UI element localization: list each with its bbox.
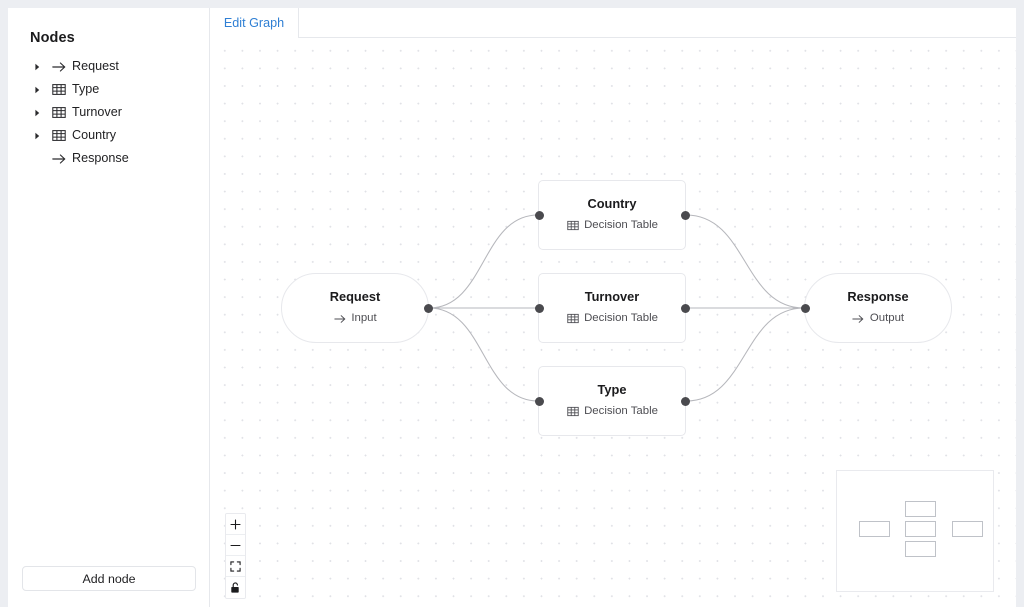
table-icon — [51, 107, 66, 118]
graph-node-title: Turnover — [584, 289, 640, 305]
chevron-right-icon[interactable] — [30, 106, 44, 120]
sidebar-item-type[interactable]: Type — [8, 78, 210, 101]
graph-node-subtitle: Decision Table — [566, 219, 658, 232]
node-handle-source[interactable] — [423, 303, 433, 313]
zoom-in-button[interactable] — [226, 514, 245, 535]
table-icon — [566, 314, 579, 324]
arrow-right-icon — [51, 152, 66, 166]
minimap[interactable] — [836, 470, 994, 592]
table-icon — [566, 313, 579, 325]
minimap-node — [905, 521, 936, 537]
graph-node-subtitle: Input — [333, 312, 377, 325]
graph-node-subtitle: Decision Table — [566, 312, 658, 325]
node-handle-target[interactable] — [534, 210, 544, 220]
graph-node-subtitle-label: Decision Table — [584, 405, 658, 418]
arrow-right-icon — [51, 153, 65, 164]
add-node-button[interactable]: Add node — [22, 566, 196, 591]
sidebar-item-turnover[interactable]: Turnover — [8, 101, 210, 124]
chevron-right-icon[interactable] — [30, 60, 44, 74]
tab-bar-filler — [299, 8, 1016, 38]
node-handle-target[interactable] — [800, 303, 810, 313]
arrow-right-icon — [334, 315, 346, 323]
graph-edge-request-to-country[interactable] — [428, 214, 539, 309]
tab-bar: Edit Graph — [210, 8, 1016, 38]
arrow-right-icon — [852, 313, 865, 325]
table-icon — [51, 129, 66, 143]
node-handle-target[interactable] — [534, 396, 544, 406]
arrow-right-icon — [333, 313, 346, 325]
window-gutter-left — [0, 0, 8, 607]
graph-edge-type-to-response[interactable] — [685, 307, 805, 402]
lock-icon — [231, 581, 239, 593]
chevron-right-icon[interactable] — [30, 83, 44, 97]
sidebar-title: Nodes — [30, 30, 75, 46]
graph-canvas[interactable]: Request Input Country Decision Table Turnove… — [210, 38, 1016, 607]
graph-panel: Edit Graph Request Input Country Decision T… — [210, 8, 1016, 607]
graph-node-type[interactable]: Type Decision Table — [534, 366, 690, 436]
plus-icon — [230, 518, 241, 530]
arrow-right-icon — [852, 315, 864, 323]
table-icon — [51, 106, 66, 120]
sidebar-item-response[interactable]: Response — [8, 147, 210, 170]
graph-node-subtitle-label: Decision Table — [584, 312, 658, 325]
sidebar-item-label: Type — [72, 82, 100, 97]
node-tree: Request Type Turnover Country Response — [8, 55, 210, 170]
sidebar-item-label: Response — [72, 151, 129, 166]
graph-node-subtitle-label: Input — [351, 312, 377, 325]
minus-icon — [230, 544, 241, 546]
graph-node-turnover[interactable]: Turnover Decision Table — [534, 273, 690, 343]
table-icon — [51, 83, 66, 97]
arrow-right-icon — [51, 60, 66, 74]
graph-edge-country-to-response[interactable] — [685, 214, 805, 309]
graph-edge-request-to-type[interactable] — [428, 307, 539, 402]
application-window: Nodes Request Type Turnover Country Response… — [0, 0, 1024, 607]
minimap-node — [859, 521, 890, 537]
node-handle-source[interactable] — [680, 396, 690, 406]
sidebar-item-request[interactable]: Request — [8, 55, 210, 78]
graph-node-request[interactable]: Request Input — [281, 273, 433, 343]
arrow-right-icon — [51, 61, 65, 72]
fit-view-icon — [230, 560, 241, 572]
tab-edit-graph[interactable]: Edit Graph — [210, 8, 299, 38]
sidebar-item-label: Turnover — [72, 105, 122, 120]
lock-button[interactable] — [226, 577, 245, 598]
nodes-sidebar: Nodes Request Type Turnover Country Response… — [8, 8, 210, 607]
node-handle-source[interactable] — [680, 303, 690, 313]
node-handle-source[interactable] — [680, 210, 690, 220]
zoom-out-button[interactable] — [226, 535, 245, 556]
sidebar-item-label: Request — [72, 59, 119, 74]
table-icon — [566, 221, 579, 231]
table-icon — [566, 406, 579, 418]
minimap-node — [905, 501, 936, 517]
graph-node-title: Response — [847, 289, 909, 305]
minimap-node — [905, 541, 936, 557]
table-icon — [51, 130, 66, 141]
window-gutter-right — [1016, 0, 1024, 607]
chevron-right-icon[interactable] — [30, 129, 44, 143]
window-gutter-top — [0, 0, 1024, 8]
table-icon — [566, 407, 579, 417]
table-icon — [566, 220, 579, 232]
table-icon — [51, 84, 66, 95]
sidebar-item-label: Country — [72, 128, 117, 143]
node-handle-target[interactable] — [534, 303, 544, 313]
graph-node-title: Request — [329, 289, 381, 305]
zoom-controls — [225, 513, 246, 599]
minimap-node — [952, 521, 983, 537]
fit-view-button[interactable] — [226, 556, 245, 577]
graph-node-response[interactable]: Response Output — [800, 273, 952, 343]
graph-node-subtitle-label: Decision Table — [584, 219, 658, 232]
graph-node-title: Type — [597, 382, 627, 398]
graph-node-subtitle: Decision Table — [566, 405, 658, 418]
graph-node-subtitle-label: Output — [869, 312, 905, 325]
graph-node-title: Country — [587, 196, 637, 212]
graph-node-subtitle: Output — [852, 312, 905, 325]
graph-node-country[interactable]: Country Decision Table — [534, 180, 690, 250]
sidebar-item-country[interactable]: Country — [8, 124, 210, 147]
